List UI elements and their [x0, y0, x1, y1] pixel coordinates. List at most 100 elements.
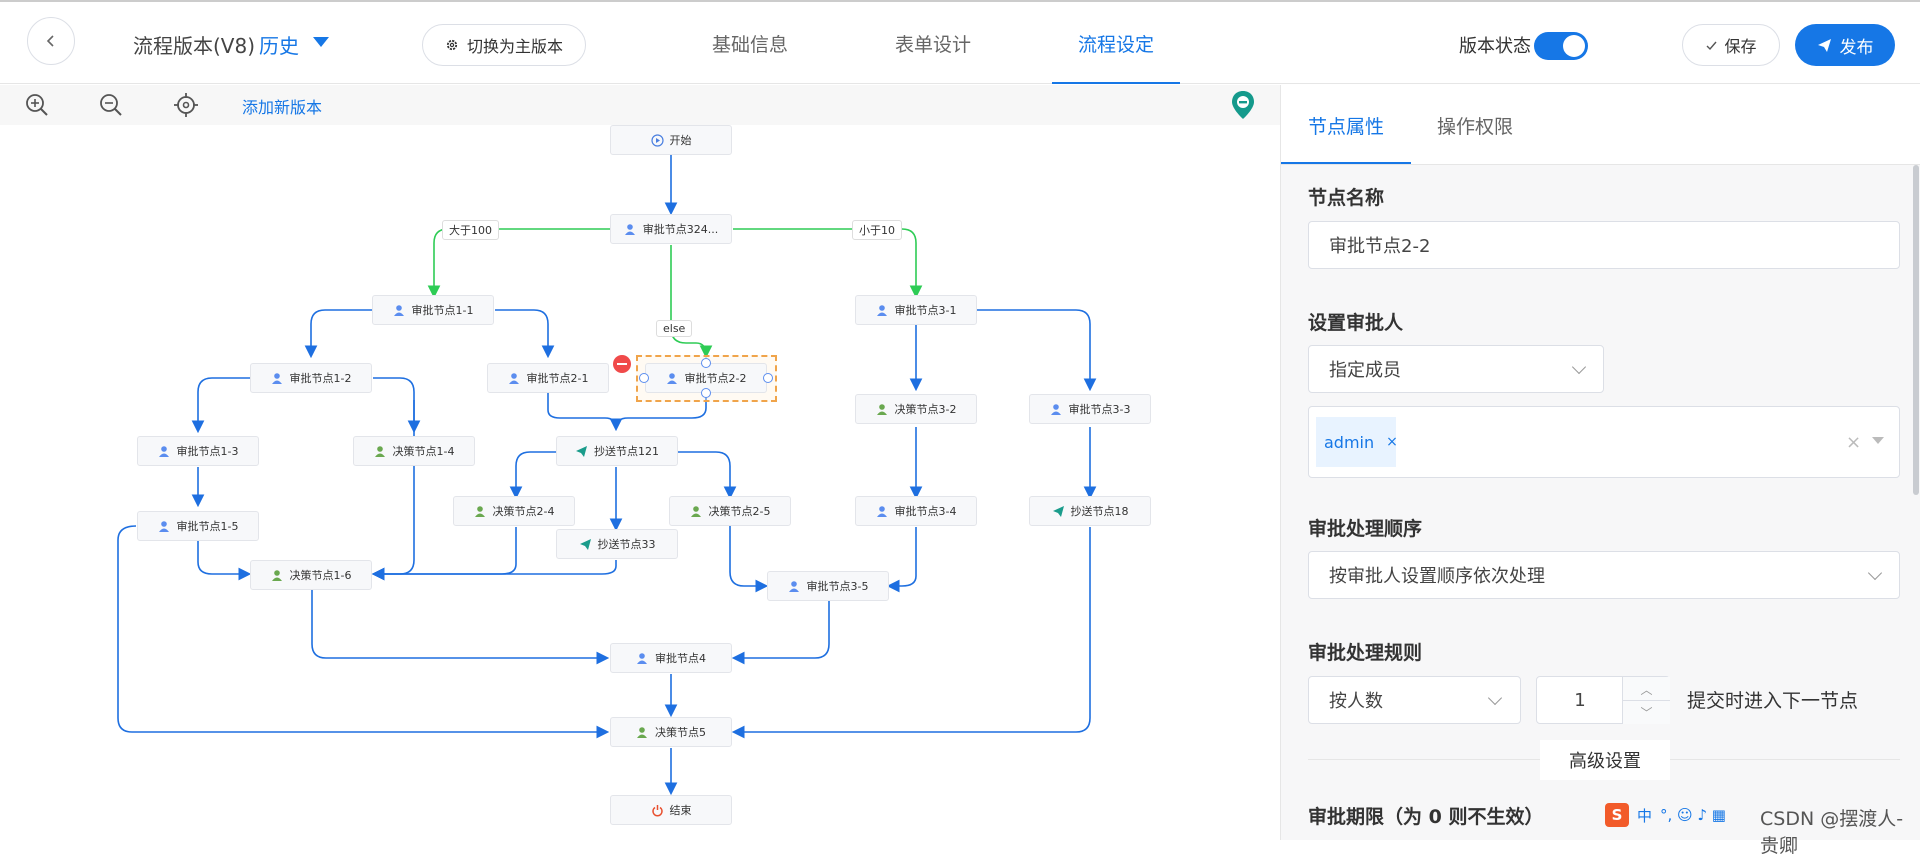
flow-node-end[interactable]: 结束: [610, 795, 732, 825]
flow-node-decision-5[interactable]: 决策节点5: [610, 717, 732, 747]
delete-node-icon[interactable]: [613, 355, 631, 373]
flow-node-decision-3-2[interactable]: 决策节点3-2: [855, 394, 977, 424]
node-label: 抄送节点33: [597, 538, 656, 551]
node-label: 结束: [669, 804, 692, 817]
panel-scrollbar[interactable]: [1913, 165, 1919, 495]
advanced-settings-button[interactable]: 高级设置: [1540, 740, 1670, 780]
flow-node-approve-1-3[interactable]: 审批节点1-3: [137, 436, 259, 466]
flow-node-decision-2-5[interactable]: 决策节点2-5: [669, 496, 791, 526]
approver-icon: [666, 372, 677, 384]
flow-node-approve-3-4[interactable]: 审批节点3-4: [855, 496, 977, 526]
approver-icon: [788, 580, 799, 592]
flow-node-approve-4[interactable]: 审批节点4: [610, 643, 732, 673]
send-copy-icon: [1052, 505, 1064, 517]
flow-node-approve-3-3[interactable]: 审批节点3-3: [1029, 394, 1151, 424]
flow-node-decision-1-6[interactable]: 决策节点1-6: [250, 560, 372, 590]
anchor-right[interactable]: [763, 373, 773, 383]
clear-icon[interactable]: ×: [1846, 432, 1861, 453]
node-label: 决策节点1-4: [392, 445, 455, 458]
node-label: 审批节点1-5: [176, 520, 239, 533]
publish-button[interactable]: 发布: [1795, 24, 1895, 66]
stepper-up-icon[interactable]: ︿: [1622, 677, 1670, 701]
approver-icon: [271, 372, 282, 384]
flow-node-copy-121[interactable]: 抄送节点121: [556, 436, 678, 466]
tag-close-icon[interactable]: ×: [1386, 434, 1398, 450]
approver-type-select[interactable]: 指定成员: [1308, 345, 1604, 393]
node-label: 审批节点3-1: [894, 304, 957, 317]
check-icon: [1706, 41, 1718, 50]
edge-label-gt100[interactable]: 大于100: [442, 220, 499, 240]
node-label: 决策节点2-5: [708, 505, 771, 518]
flow-node-copy-33[interactable]: 抄送节点33: [556, 529, 678, 559]
flow-node-approve-1-1[interactable]: 审批节点1-1: [372, 295, 494, 325]
anchor-top[interactable]: [701, 358, 711, 368]
node-label: 审批节点3-3: [1068, 403, 1131, 416]
flow-node-approve-1-2[interactable]: 审批节点1-2: [250, 363, 372, 393]
node-label: 审批节点1-1: [411, 304, 474, 317]
approval-order-value: 按审批人设置顺序依次处理: [1329, 566, 1545, 587]
toggle-knob: [1563, 35, 1585, 57]
flow-node-approve-3-1[interactable]: 审批节点3-1: [855, 295, 977, 325]
flow-node-copy-18[interactable]: 抄送节点18: [1029, 496, 1151, 526]
stepper-down-icon[interactable]: ﹀: [1622, 700, 1670, 724]
node-name-label: 节点名称: [1308, 187, 1385, 209]
deadline-label: 审批期限（为 0 则不生效）: [1308, 806, 1544, 828]
edge: [304, 309, 372, 359]
version-status-label: 版本状态: [1459, 36, 1531, 57]
caret-down-icon[interactable]: [1872, 437, 1884, 445]
version-status-toggle[interactable]: [1534, 32, 1588, 60]
edge: [678, 451, 737, 500]
flow-node-decision-1-4[interactable]: 决策节点1-4: [353, 436, 475, 466]
save-label: 保存: [1724, 37, 1757, 56]
tab-node-properties[interactable]: 节点属性: [1308, 112, 1384, 139]
flow-node-approve-324[interactable]: 审批节点324...: [610, 214, 732, 244]
flow-node-approve-1-5[interactable]: 审批节点1-5: [137, 511, 259, 541]
send-copy-icon: [579, 538, 591, 550]
node-label: 审批节点1-3: [176, 445, 239, 458]
flow-node-approve-2-1[interactable]: 审批节点2-1: [487, 363, 609, 393]
flow-node-approve-3-5[interactable]: 审批节点3-5: [767, 571, 889, 601]
anchor-bottom[interactable]: [701, 388, 711, 398]
approver-icon: [876, 505, 887, 517]
member-tag-admin: admin ×: [1316, 417, 1398, 467]
rule-label: 审批处理规则: [1308, 642, 1423, 664]
decision-icon: [637, 726, 647, 738]
approver-icon: [637, 652, 647, 664]
approver-icon: [876, 304, 887, 316]
node-label: 审批节点1-2: [289, 372, 352, 385]
edge-label-lt10[interactable]: 小于10: [852, 220, 902, 240]
flow-node-start[interactable]: 开始: [610, 125, 732, 155]
approval-rule-value: 按人数: [1329, 691, 1383, 712]
edge-label-else[interactable]: else: [656, 320, 693, 337]
rule-suffix-text: 提交时进入下一节点: [1687, 690, 1859, 712]
edge: [886, 527, 917, 593]
flow-node-decision-2-4[interactable]: 决策节点2-4: [453, 496, 575, 526]
node-label: 决策节点5: [655, 726, 706, 739]
node-label: 审批节点324...: [642, 223, 719, 236]
tab-operation-permissions[interactable]: 操作权限: [1437, 112, 1513, 139]
edge: [311, 590, 610, 665]
save-button[interactable]: 保存: [1682, 24, 1780, 66]
edge: [117, 525, 610, 739]
order-label: 审批处理顺序: [1308, 518, 1423, 540]
edge: [191, 377, 250, 434]
approval-order-select[interactable]: 按审批人设置顺序依次处理: [1308, 551, 1900, 599]
node-label: 审批节点4: [655, 652, 706, 665]
panel-tab-indicator: [1281, 162, 1411, 164]
node-label: 审批节点2-2: [684, 372, 747, 385]
edge: [373, 377, 421, 434]
anchor-left[interactable]: [639, 373, 649, 383]
play-icon: [650, 133, 664, 147]
approver-icon: [624, 223, 635, 235]
approver-label: 设置审批人: [1308, 312, 1404, 334]
node-label: 抄送节点18: [1070, 505, 1129, 518]
approver-type-value: 指定成员: [1329, 360, 1401, 381]
send-copy-icon: [576, 445, 587, 457]
approver-icon: [158, 520, 169, 532]
node-name-input[interactable]: 审批节点2-2: [1308, 221, 1900, 269]
node-label: 决策节点1-6: [289, 569, 352, 582]
approver-icon: [508, 372, 519, 384]
publish-label: 发布: [1839, 37, 1874, 58]
rule-count-value[interactable]: 1: [1536, 676, 1624, 724]
node-label: 决策节点3-2: [894, 403, 957, 416]
